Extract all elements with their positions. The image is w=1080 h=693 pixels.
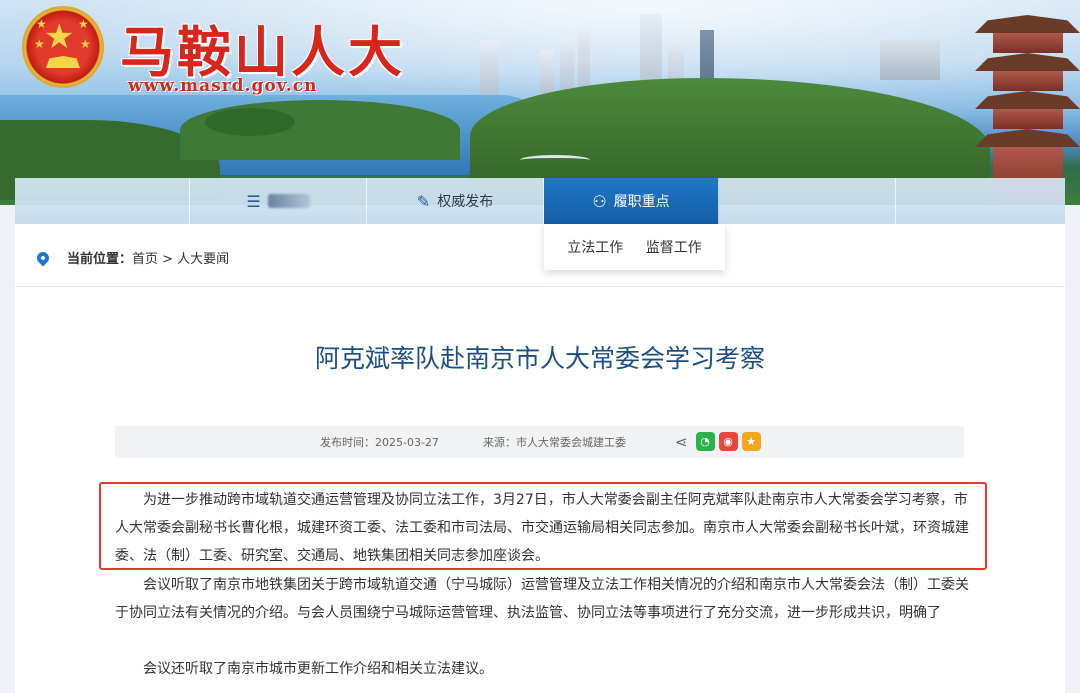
weibo-icon[interactable]: ◉: [718, 432, 738, 451]
content-panel: 当前位置： 首页 > 人大要闻 阿克斌率队赴南京市人大常委会学习考察 发布时间：…: [15, 224, 1065, 693]
share-toolbar: ⋖ ◔ ◉ ★: [675, 432, 761, 451]
breadcrumb-path[interactable]: 首页 > 人大要闻: [132, 248, 229, 267]
header-banner: ★ ★ ★ ★ ★ 马鞍山人大 www.masrd.gov.cn: [0, 0, 1080, 205]
people-icon: ⚇: [592, 191, 607, 211]
nav-item-5[interactable]: [719, 178, 896, 224]
article-source: 来源：市人大常委会城建工委: [483, 436, 626, 449]
article-paragraph: 会议听取了南京市地铁集团关于跨市域轨道交通（宁马城际）运营管理及立法工作相关情况…: [115, 577, 969, 621]
article-paragraph: 为进一步推动跨市域轨道交通运营管理及协同立法工作，3月27日，市人大常委会副主任…: [115, 492, 969, 564]
star-icon: ★: [44, 17, 75, 57]
nav-item-home[interactable]: [15, 178, 190, 224]
nav-item-news[interactable]: ☰: [190, 178, 367, 224]
edit-document-icon: ✎: [416, 191, 431, 211]
list-icon: ☰: [246, 191, 261, 211]
divider: [15, 286, 1065, 287]
wechat-icon[interactable]: ◔: [695, 432, 715, 451]
banner-building: [880, 40, 940, 80]
nav-item-duty-focus[interactable]: ⚇ 履职重点: [544, 178, 719, 224]
share-icon[interactable]: ⋖: [675, 433, 688, 451]
publish-time: 发布时间：2025-03-27: [320, 436, 439, 449]
dropdown-item-supervision[interactable]: 监督工作: [646, 237, 702, 257]
article-title: 阿克斌率队赴南京市人大常委会学习考察: [314, 344, 765, 373]
nav-item-label-blurred: [267, 194, 310, 208]
star-icon: ★: [34, 37, 45, 51]
nav-item-6[interactable]: [896, 178, 1065, 224]
duty-focus-dropdown: 立法工作 监督工作: [544, 224, 725, 270]
banner-bridge: [520, 155, 590, 165]
main-nav: ☰ ✎ 权威发布 ⚇ 履职重点: [15, 178, 1065, 224]
nav-item-authority-release[interactable]: ✎ 权威发布: [367, 178, 544, 224]
national-emblem-logo: ★ ★ ★ ★ ★: [22, 6, 104, 88]
banner-pagoda: [975, 15, 1080, 205]
breadcrumb-label: 当前位置：: [67, 252, 133, 267]
site-url: www.masrd.gov.cn: [128, 76, 318, 96]
star-icon: ★: [78, 17, 89, 31]
favorite-icon[interactable]: ★: [741, 432, 761, 451]
dropdown-item-legislation[interactable]: 立法工作: [567, 237, 623, 257]
article-meta-bar: 发布时间：2025-03-27 来源：市人大常委会城建工委 ⋖ ◔ ◉ ★: [115, 426, 964, 458]
article-paragraph: 会议还听取了南京市城市更新工作介绍和相关立法建议。: [143, 661, 493, 677]
banner-islet: [205, 108, 295, 136]
location-pin-icon: [34, 249, 52, 266]
banner-building: [480, 40, 498, 100]
star-icon: ★: [36, 17, 47, 31]
breadcrumb: 当前位置： 首页 > 人大要闻: [34, 248, 229, 267]
nav-item-label: 履职重点: [613, 194, 670, 210]
nav-item-label: 权威发布: [437, 194, 494, 210]
gate-icon: [46, 56, 80, 68]
star-icon: ★: [80, 37, 91, 51]
